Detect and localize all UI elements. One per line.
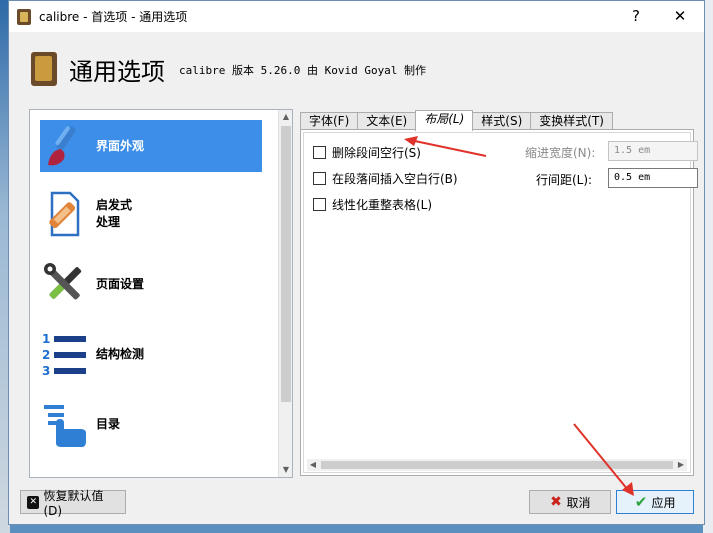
tools-icon	[40, 259, 90, 309]
indent-size-label: 缩进宽度(N):	[525, 146, 596, 160]
version-text: calibre 版本 5.26.0 由 Kovid Goyal 制作	[179, 64, 427, 77]
scroll-right-arrow-icon[interactable]: ▶	[675, 459, 687, 471]
svg-text:1: 1	[42, 332, 50, 346]
category-list[interactable]: 界面外观 启发式 处理 页面设置 1 2 3 结构检测 目录 ▲ ▼	[29, 109, 293, 478]
category-label: 启发式 处理	[96, 198, 133, 229]
insert-blank-line-option[interactable]: 在段落间插入空白行(B)	[313, 170, 458, 187]
tab-layout[interactable]: 布局(L)	[415, 110, 474, 131]
line-spacing-spinbox[interactable]: 0.5 em	[608, 168, 698, 188]
options-tab-bar: 字体(F) 文本(E) 布局(L) 样式(S) 变换样式(T)	[300, 110, 613, 131]
close-button[interactable]: ✕	[660, 5, 700, 27]
svg-text:2: 2	[42, 348, 50, 362]
apply-label: 应用	[651, 495, 676, 510]
toc-hand-icon	[40, 399, 90, 449]
category-item-structure-detection[interactable]: 1 2 3 结构检测	[40, 328, 262, 380]
linearize-tables-option[interactable]: 线性化重整表格(L)	[313, 196, 432, 213]
calibre-app-icon	[17, 8, 31, 25]
scroll-left-arrow-icon[interactable]: ◀	[307, 459, 319, 471]
panel-horizontal-scrollbar[interactable]: ◀ ▶	[307, 459, 687, 471]
category-label: 页面设置	[96, 276, 145, 291]
category-item-page-setup[interactable]: 页面设置	[40, 258, 262, 310]
restore-defaults-label: 恢复默认值(D)	[43, 488, 104, 518]
category-item-toc[interactable]: 目录	[40, 398, 262, 450]
svg-text:3: 3	[42, 364, 50, 378]
scroll-down-arrow-icon[interactable]: ▼	[279, 463, 292, 477]
numbered-list-icon: 1 2 3	[40, 329, 90, 379]
scrollbar-thumb[interactable]	[281, 126, 291, 402]
restore-icon: ✕	[27, 495, 40, 509]
page-title: 通用选项	[69, 58, 165, 86]
horizontal-scrollbar-thumb[interactable]	[321, 461, 673, 469]
remove-paragraph-spacing-checkbox[interactable]	[313, 146, 326, 159]
window-title: calibre - 首选项 - 通用选项	[39, 10, 188, 24]
category-label: 结构检测	[96, 346, 145, 361]
restore-defaults-button[interactable]: ✕ 恢复默认值(D)	[20, 489, 126, 518]
linearize-tables-checkbox[interactable]	[313, 198, 326, 211]
remove-paragraph-spacing-label: 删除段间空行(S)	[332, 146, 421, 160]
scroll-up-arrow-icon[interactable]: ▲	[279, 110, 292, 124]
category-list-scrollbar[interactable]: ▲ ▼	[278, 110, 292, 477]
layout-tab-panel: 删除段间空行(S) 在段落间插入空白行(B) 线性化重整表格(L) 缩进宽度(N…	[300, 129, 698, 476]
linearize-tables-label: 线性化重整表格(L)	[332, 198, 433, 212]
title-bar: calibre - 首选项 - 通用选项 ? ✕	[9, 1, 704, 32]
category-label: 界面外观	[96, 138, 145, 153]
insert-blank-line-label: 在段落间插入空白行(B)	[332, 172, 458, 186]
document-fix-icon	[40, 189, 90, 239]
calibre-book-icon	[31, 52, 57, 86]
line-spacing-label: 行间距(L):	[536, 173, 593, 187]
category-label: 目录	[96, 416, 121, 431]
cancel-x-icon: ✖	[550, 494, 562, 510]
cancel-label: 取消	[566, 495, 591, 510]
cancel-button[interactable]: ✖ 取消	[529, 490, 611, 514]
checkmark-icon: ✔	[634, 493, 648, 511]
paintbrush-icon	[40, 121, 90, 171]
category-item-heuristics[interactable]: 启发式 处理	[40, 188, 262, 240]
category-item-look-and-feel[interactable]: 界面外观	[40, 120, 262, 172]
dialog-header: 通用选项 calibre 版本 5.26.0 由 Kovid Goyal 制作	[9, 32, 704, 104]
preferences-dialog: calibre - 首选项 - 通用选项 ? ✕ 通用选项 calibre 版本…	[8, 0, 705, 525]
remove-paragraph-spacing-option[interactable]: 删除段间空行(S)	[313, 144, 421, 161]
help-button[interactable]: ?	[616, 5, 656, 27]
insert-blank-line-checkbox[interactable]	[313, 172, 326, 185]
indent-size-spinbox[interactable]: 1.5 em	[608, 141, 698, 161]
apply-button[interactable]: ✔ 应用	[616, 490, 694, 514]
